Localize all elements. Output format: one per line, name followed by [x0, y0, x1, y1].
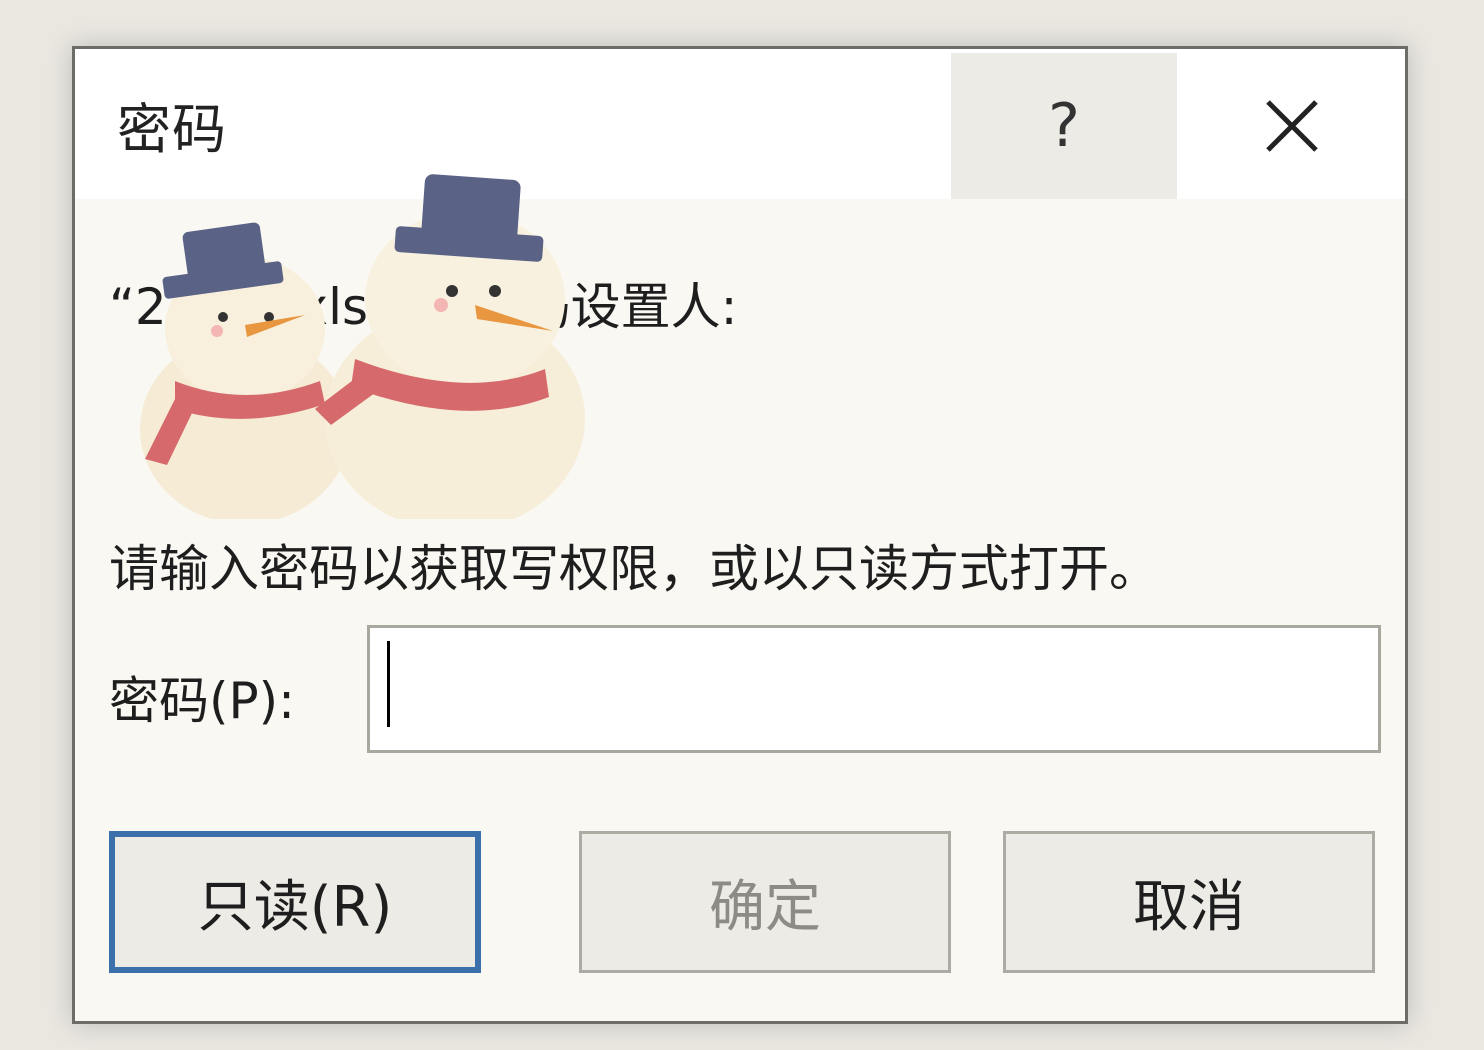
readonly-button[interactable]: 只读(R)	[109, 831, 481, 973]
ok-button[interactable]: 确定	[579, 831, 951, 973]
help-button[interactable]: ?	[951, 53, 1177, 199]
close-button[interactable]	[1179, 53, 1405, 199]
password-label: 密码(P):	[109, 672, 296, 730]
password-dialog: 密码 ? “2 录数.xlsx"的密码设置人:	[72, 46, 1408, 1024]
snowmen-sticker	[140, 174, 585, 519]
close-icon	[1266, 100, 1318, 152]
instruction-text: 请输入密码以获取写权限，或以只读方式打开。	[109, 540, 1159, 598]
text-caret	[387, 641, 390, 727]
password-input[interactable]	[367, 625, 1381, 753]
cancel-button[interactable]: 取消	[1003, 831, 1375, 973]
